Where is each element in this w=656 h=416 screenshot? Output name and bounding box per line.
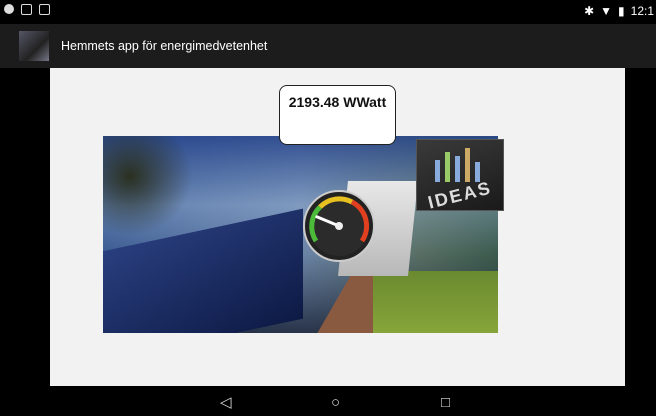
home-button[interactable]: ○	[331, 394, 340, 412]
screenshot-icon	[21, 4, 32, 15]
gallery-icon	[39, 4, 50, 15]
notification-icon	[4, 4, 14, 14]
app-bar: Hemmets app för energimedvetenhet	[0, 24, 656, 68]
tree-shadow	[103, 136, 193, 236]
wifi-icon: ▼	[600, 4, 613, 18]
lawn	[373, 271, 498, 333]
recents-button[interactable]: □	[441, 394, 450, 412]
battery-icon: ▮	[618, 4, 625, 18]
ideas-app-icon[interactable]	[19, 31, 49, 61]
status-time: 12:1	[630, 4, 654, 18]
status-right: ✱ ▼ ▮ 12:1	[584, 4, 654, 18]
camera-view: IDEAS 2193.48 WWatt	[0, 68, 656, 390]
status-bar: ✱ ▼ ▮ 12:1	[0, 0, 656, 24]
ideas-logo: IDEAS	[416, 139, 504, 213]
ideas-logo-text: IDEAS	[425, 177, 494, 213]
speedometer-icon	[303, 190, 375, 262]
back-button[interactable]: ◁	[220, 394, 232, 412]
app-title: Hemmets app för energimedvetenhet	[61, 39, 268, 53]
power-reading: 2193.48 WWatt	[288, 94, 387, 110]
power-readout-box: 2193.48 WWatt	[279, 85, 396, 145]
bluetooth-icon: ✱	[584, 4, 595, 18]
navigation-bar: ◁ ○ □	[0, 390, 656, 416]
status-left	[4, 4, 50, 15]
